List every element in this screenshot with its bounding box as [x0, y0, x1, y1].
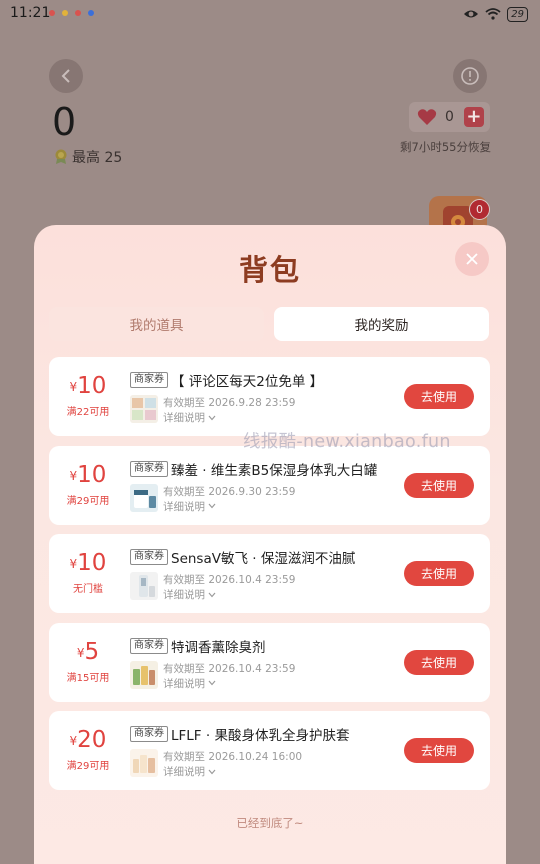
close-icon — [466, 253, 478, 265]
coupon-list: ¥10 满22可用 商家券 【 评论区每天2位免单 】 有效期至 2026.9.… — [49, 357, 490, 800]
chevron-down-icon — [208, 680, 216, 686]
eye-icon — [463, 5, 479, 24]
use-coupon-button[interactable]: 去使用 — [404, 561, 474, 586]
backpack-badge: 0 — [469, 199, 490, 220]
back-button[interactable] — [49, 59, 83, 93]
coupon-amount: ¥20 — [49, 725, 127, 755]
best-score: 最高 25 — [54, 147, 122, 167]
coupon-value: 5 — [84, 638, 100, 665]
tab-my-items[interactable]: 我的道具 — [49, 307, 264, 341]
panel-title: 背包 — [238, 253, 301, 287]
watermark: 线报酷-new.xianbao.fun — [243, 432, 451, 452]
details-label: 详细说明 — [163, 589, 205, 601]
notification-icon — [62, 10, 68, 16]
best-score-label: 最高 25 — [72, 150, 123, 166]
product-thumbnail — [130, 660, 158, 689]
chevron-down-icon — [208, 503, 216, 509]
coupon-amount: ¥5 — [49, 637, 127, 667]
coupon-amount: ¥10 — [49, 460, 127, 490]
status-time: 11:21 — [10, 5, 51, 21]
product-thumbnail — [130, 749, 158, 777]
chevron-down-icon — [208, 769, 216, 774]
notification-icon — [75, 10, 81, 16]
coupon-condition: 满29可用 — [66, 495, 110, 507]
coupon-name: 【 评论区每天2位免单 】 — [171, 374, 324, 390]
coupon-condition: 满15可用 — [66, 672, 110, 684]
notification-icon — [49, 10, 55, 16]
notification-icons — [49, 10, 94, 16]
wifi-icon — [485, 5, 501, 24]
coupon-details-toggle[interactable]: 详细说明 — [163, 587, 216, 602]
coupon-name: LFLF · 果酸身体乳全身护肤套 — [171, 728, 350, 744]
status-icons: 29 — [463, 5, 528, 24]
coupon-amount: ¥10 — [49, 548, 127, 578]
coupon-value: 10 — [77, 550, 107, 576]
coupon-name: 臻羞 · 维生素B5保湿身体乳大白罐 — [171, 462, 378, 479]
end-of-list: 已经到底了~ — [236, 816, 304, 830]
details-label: 详细说明 — [163, 766, 205, 778]
coupon-card: ¥10 无门槛 商家券 SensaV敏飞 · 保湿滋润不油腻 有效期至 2026… — [49, 534, 490, 613]
chevron-down-icon — [208, 592, 216, 597]
lives-count: 0 — [445, 109, 454, 125]
tab-bar: 我的道具 我的奖励 — [49, 307, 489, 341]
coupon-card: ¥5 满15可用 商家券 特调香薰除臭剂 有效期至 2026.10.4 23:5… — [49, 622, 490, 702]
chevron-down-icon — [208, 415, 216, 420]
coupon-tag: 商家券 — [130, 726, 168, 742]
coupon-validity: 有效期至 2026.10.24 16:00 — [163, 751, 303, 763]
info-icon — [461, 67, 479, 85]
details-label: 详细说明 — [163, 412, 205, 424]
coupon-condition: 无门槛 — [73, 584, 103, 595]
coupon-validity: 有效期至 2026.9.28 23:59 — [163, 397, 296, 409]
status-bar: 11:21 29 — [0, 0, 540, 26]
chevron-left-icon — [61, 69, 70, 83]
coupon-value: 10 — [77, 373, 107, 399]
tab-my-rewards[interactable]: 我的奖励 — [274, 307, 489, 341]
product-thumbnail — [130, 572, 158, 600]
coupon-tag: 商家券 — [130, 372, 168, 388]
battery-icon: 29 — [507, 7, 528, 22]
details-label: 详细说明 — [163, 500, 205, 513]
coupon-condition: 满29可用 — [66, 761, 110, 772]
coupon-name: 特调香薰除臭剂 — [171, 639, 266, 656]
currency-symbol: ¥ — [76, 645, 85, 660]
close-button[interactable] — [455, 242, 489, 276]
coupon-card: ¥10 满22可用 商家券 【 评论区每天2位免单 】 有效期至 2026.9.… — [49, 357, 490, 436]
coupon-tag: 商家券 — [130, 549, 168, 565]
coupon-name: SensaV敏飞 · 保湿滋润不油腻 — [171, 551, 356, 567]
use-coupon-button[interactable]: 去使用 — [404, 472, 474, 498]
coupon-validity: 有效期至 2026.10.4 23:59 — [163, 662, 296, 675]
use-coupon-button[interactable]: 去使用 — [404, 738, 474, 763]
coupon-tag: 商家券 — [130, 460, 168, 477]
details-label: 详细说明 — [163, 677, 205, 690]
product-thumbnail — [130, 483, 158, 512]
score-value: 0 — [52, 100, 77, 144]
notification-icon — [88, 10, 94, 16]
lives-counter: 0 + — [409, 102, 490, 132]
coupon-validity: 有效期至 2026.10.4 23:59 — [163, 574, 296, 586]
coupon-details-toggle[interactable]: 详细说明 — [163, 764, 216, 779]
coupon-details-toggle[interactable]: 详细说明 — [163, 676, 216, 691]
product-thumbnail — [130, 395, 158, 423]
recover-timer: 剩7小时55分恢复 — [400, 140, 491, 154]
add-lives-button[interactable]: + — [463, 107, 484, 127]
coupon-details-toggle[interactable]: 详细说明 — [163, 499, 216, 514]
coupon-value: 20 — [77, 727, 107, 753]
coupon-tag: 商家券 — [130, 637, 168, 654]
coupon-condition: 满22可用 — [66, 407, 110, 418]
info-button[interactable] — [453, 59, 487, 93]
coupon-value: 10 — [77, 461, 107, 488]
coupon-amount: ¥10 — [49, 371, 127, 401]
coupon-details-toggle[interactable]: 详细说明 — [163, 410, 216, 425]
coupon-card: ¥10 满29可用 商家券 臻羞 · 维生素B5保湿身体乳大白罐 有效期至 20… — [49, 445, 490, 525]
coupon-card: ¥20 满29可用 商家券 LFLF · 果酸身体乳全身护肤套 有效期至 202… — [49, 711, 490, 790]
coupon-validity: 有效期至 2026.9.30 23:59 — [163, 485, 296, 498]
medal-icon — [55, 149, 67, 164]
heart-icon — [417, 109, 437, 125]
use-coupon-button[interactable]: 去使用 — [404, 384, 474, 409]
backpack-panel: 背包 我的道具 我的奖励 ¥10 满22可用 商家券 【 评论区每天2位免单 】… — [34, 225, 506, 864]
use-coupon-button[interactable]: 去使用 — [404, 649, 474, 675]
